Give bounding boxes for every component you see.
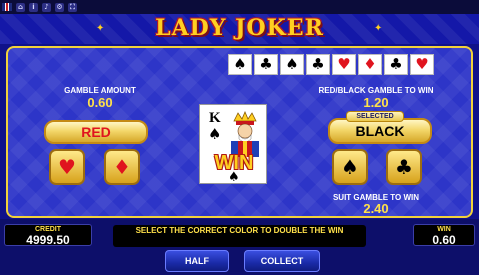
half-button[interactable]: HALF — [165, 250, 229, 272]
win-value: 0.60 — [432, 233, 456, 247]
gamble-amount-label: GAMBLE AMOUNT — [64, 86, 136, 95]
spades-button[interactable]: ♠ — [332, 149, 368, 185]
red-button[interactable]: RED — [44, 120, 148, 144]
drawn-card: K ♠ WIN ♠ — [199, 104, 267, 184]
selected-tag: SELECTED — [346, 111, 404, 122]
game-title: LADY JOKER — [155, 15, 324, 41]
history-card: ♥ — [332, 54, 356, 75]
red-black-value: 1.20 — [363, 95, 389, 110]
win-box: WIN 0.60 — [413, 224, 475, 247]
win-label: WIN — [437, 226, 451, 233]
history-card: ♦ — [358, 54, 382, 75]
info-icon[interactable]: i — [29, 2, 38, 12]
top-toolbar: ⌂ i ♪ ⚙ ⛶ — [0, 0, 479, 14]
history-card: ♠ — [228, 54, 252, 75]
king-figure-icon — [231, 111, 259, 157]
collect-button[interactable]: COLLECT — [244, 250, 320, 272]
card-suit: ♠ — [208, 125, 222, 143]
history-card: ♣ — [306, 54, 330, 75]
fullscreen-icon[interactable]: ⛶ — [68, 2, 77, 12]
credit-box: CREDIT 4999.50 — [4, 224, 92, 247]
instruction-message: SELECT THE CORRECT COLOR TO DOUBLE THE W… — [113, 225, 366, 247]
flag-icon[interactable] — [2, 3, 12, 11]
suit-gamble-value: 2.40 — [363, 201, 389, 216]
sound-icon[interactable]: ♪ — [42, 2, 51, 12]
card-suit-bottom: ♠ — [228, 170, 240, 185]
home-icon[interactable]: ⌂ — [16, 2, 25, 12]
history-card: ♠ — [280, 54, 304, 75]
credit-value: 4999.50 — [26, 233, 70, 247]
hearts-button[interactable]: ♥ — [49, 149, 85, 185]
history-card: ♣ — [384, 54, 408, 75]
settings-icon[interactable]: ⚙ — [55, 2, 64, 12]
diamonds-button[interactable]: ♦ — [104, 149, 140, 185]
gamble-amount-value: 0.60 — [87, 95, 113, 110]
card-history: ♠ ♣ ♠ ♣ ♥ ♦ ♣ ♥ — [228, 54, 434, 75]
clubs-button[interactable]: ♣ — [386, 149, 422, 185]
history-card: ♣ — [254, 54, 278, 75]
credit-label: CREDIT — [34, 226, 62, 233]
card-rank: K — [209, 110, 221, 126]
history-card: ♥ — [410, 54, 434, 75]
red-black-label: RED/BLACK GAMBLE TO WIN — [318, 86, 434, 95]
